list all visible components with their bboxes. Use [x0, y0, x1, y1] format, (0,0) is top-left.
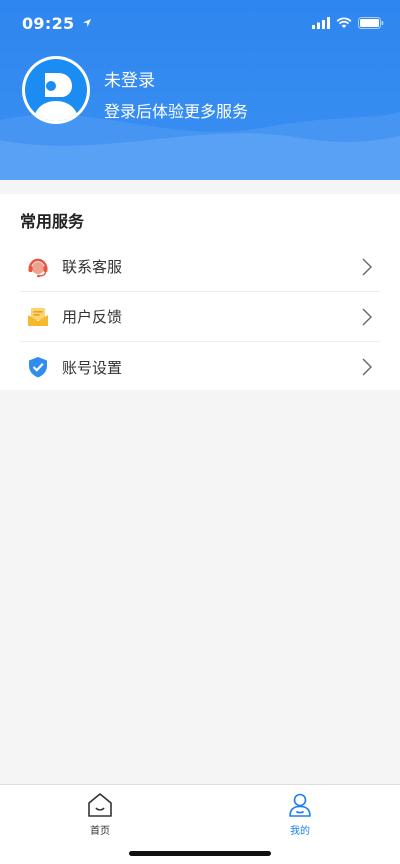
- service-item-label: 用户反馈: [62, 308, 123, 326]
- home-indicator: [129, 851, 271, 856]
- battery-icon: [358, 17, 384, 29]
- shield-check-icon: [24, 353, 52, 381]
- tab-mine[interactable]: 我的: [270, 791, 330, 841]
- service-item-account-settings[interactable]: 账号设置: [20, 342, 380, 392]
- chevron-right-icon: [362, 308, 372, 325]
- location-arrow-icon: [83, 19, 92, 27]
- headset-icon: [24, 253, 52, 281]
- status-icons: [312, 14, 384, 32]
- wifi-icon: [336, 17, 352, 28]
- service-item-user-feedback[interactable]: 用户反馈: [20, 292, 380, 342]
- section-title: 常用服务: [20, 212, 85, 231]
- default-avatar-icon: [33, 73, 79, 121]
- avatar[interactable]: [22, 56, 90, 124]
- profile-header: 09:25 未登录 登录后体验更多服务: [0, 0, 400, 180]
- chevron-right-icon: [362, 258, 372, 275]
- service-item-contact-support[interactable]: 联系客服: [20, 242, 380, 292]
- tab-label: 首页: [90, 826, 110, 837]
- status-bar: 09:25: [0, 0, 400, 48]
- tab-home[interactable]: 首页: [70, 791, 130, 841]
- user-icon: [289, 793, 311, 817]
- login-prompt[interactable]: 登录后体验更多服务: [104, 98, 248, 122]
- status-time: 09:25: [22, 14, 92, 33]
- home-icon: [88, 793, 112, 817]
- service-item-label: 账号设置: [62, 358, 123, 377]
- service-item-label: 联系客服: [62, 258, 123, 276]
- signal-icon: [312, 17, 330, 29]
- login-status[interactable]: 未登录: [104, 66, 155, 91]
- chevron-right-icon: [362, 358, 372, 376]
- feedback-mail-icon: [24, 303, 52, 331]
- common-services-card: 常用服务 联系客服 用户反馈 账号设置: [0, 194, 400, 390]
- tab-label: 我的: [290, 826, 310, 837]
